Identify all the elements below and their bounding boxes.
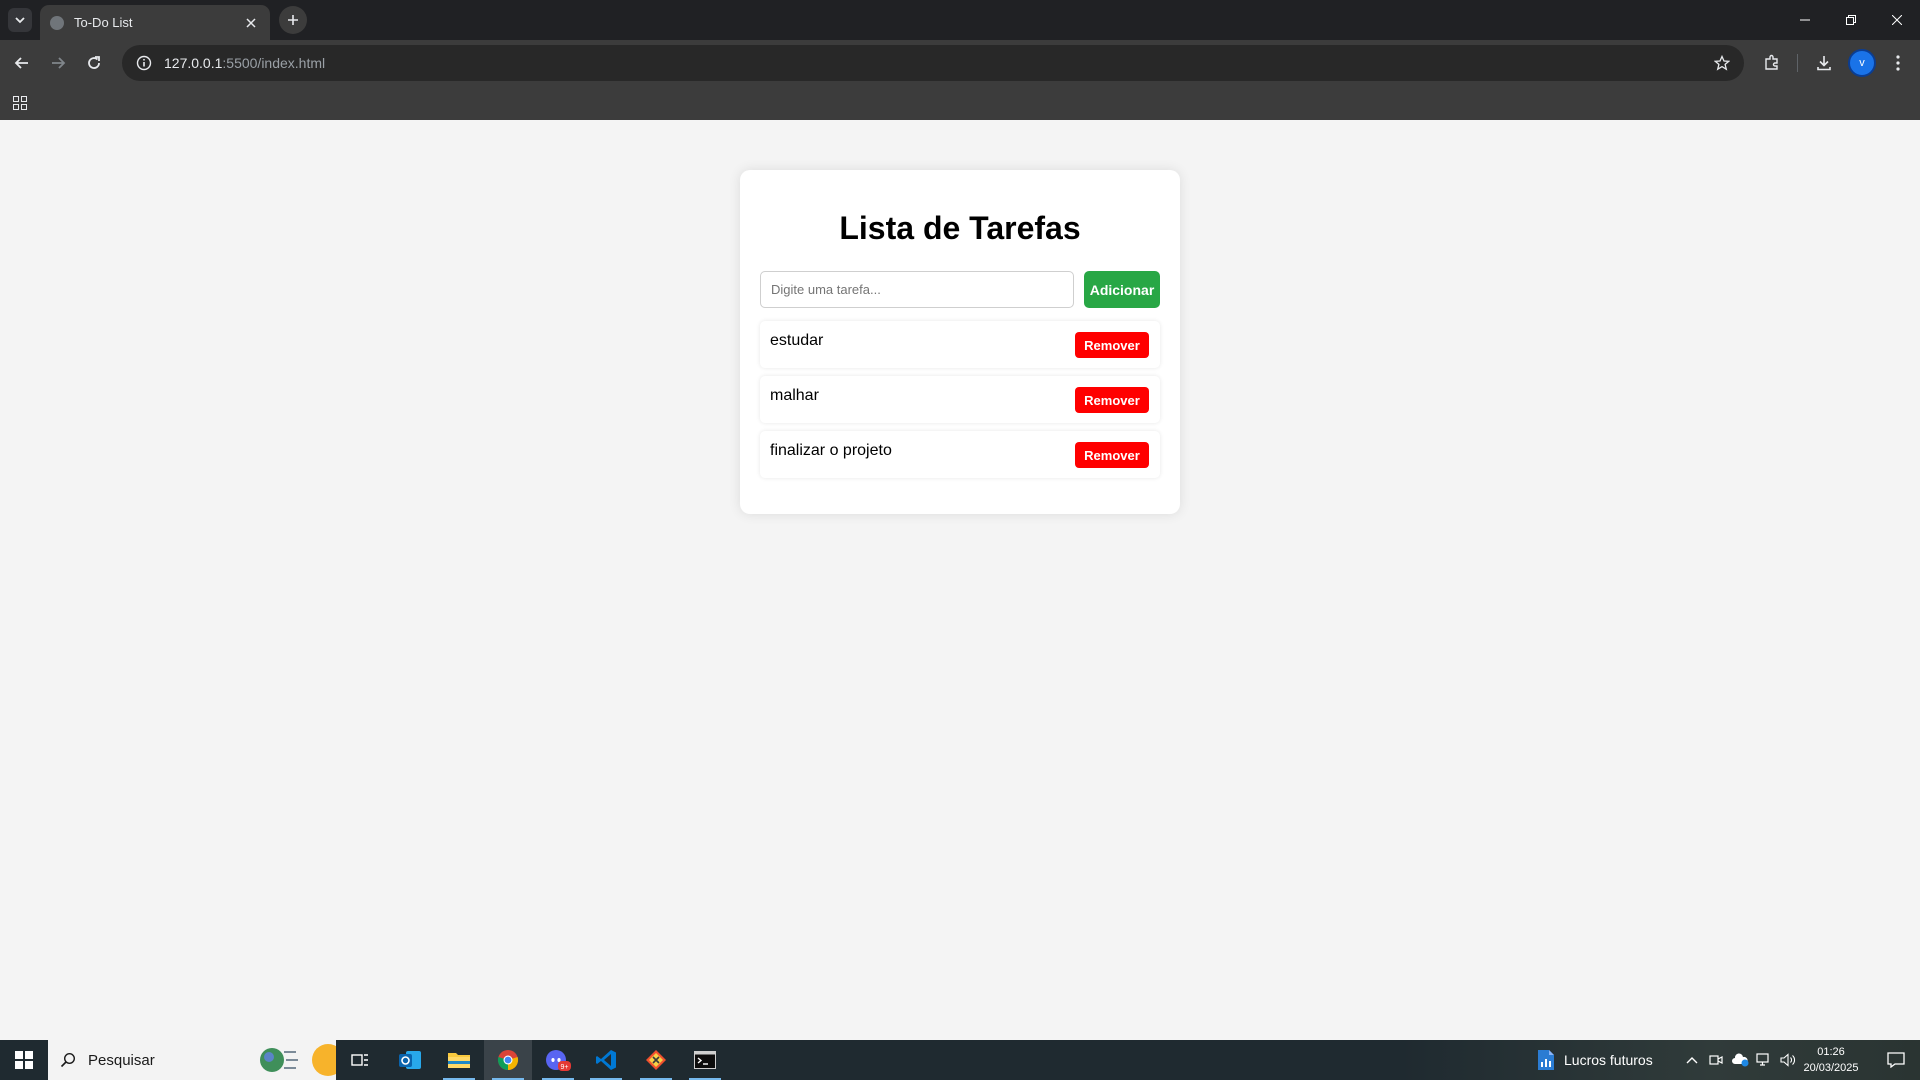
reload-icon [88,56,100,69]
task-item: estudar Remover [760,321,1160,368]
vscode-icon [596,1050,616,1070]
back-button[interactable] [8,49,36,77]
puzzle-icon [1765,54,1778,70]
remove-task-button[interactable]: Remover [1075,387,1149,413]
notification-badge: 9+ [561,1064,569,1071]
reload-button[interactable] [80,49,108,77]
search-icon [60,1052,76,1068]
page-viewport: Lista de Tarefas Adicionar estudar Remov… [0,120,1920,1040]
folder-icon [448,1053,470,1068]
download-icon [1817,56,1831,71]
chevron-up-icon [1686,1057,1698,1064]
chevron-down-icon [15,17,25,24]
restore-icon [1846,15,1856,25]
widgets-button[interactable]: Lucros futuros [1536,1040,1653,1080]
plus-icon [288,15,298,25]
discord-taskbar-button[interactable]: 9+ [534,1040,582,1080]
taskbar: Pesquisar 9+ Lucros futuros 01:26 20/03/… [0,1040,1920,1080]
system-tray [1680,1040,1800,1080]
forward-button[interactable] [44,49,72,77]
outlook-taskbar-button[interactable] [386,1040,434,1080]
task-input[interactable] [760,271,1074,308]
arrow-left-icon [14,57,28,69]
tab-title: To-Do List [74,15,133,30]
chrome-taskbar-button[interactable] [484,1040,532,1080]
address-bar[interactable]: 127.0.0.1:5500/index.html [122,45,1744,81]
url-text: 127.0.0.1:5500/index.html [164,55,326,71]
search-highlight-image [260,1044,336,1076]
onedrive-button[interactable] [1728,1040,1752,1080]
minimize-button[interactable] [1782,0,1828,40]
speaker-icon [1780,1053,1795,1067]
tab-search-button[interactable] [8,8,32,32]
extensions-button[interactable] [1758,49,1786,77]
todo-container: Lista de Tarefas Adicionar estudar Remov… [740,170,1180,514]
widgets-label: Lucros futuros [1564,1052,1653,1068]
search-label: Pesquisar [88,1051,155,1069]
task-item: finalizar o projeto Remover [760,431,1160,478]
network-button[interactable] [1752,1040,1776,1080]
file-explorer-taskbar-button[interactable] [435,1040,483,1080]
new-tab-button[interactable] [279,6,307,34]
remove-task-button[interactable]: Remover [1075,442,1149,468]
apps-button[interactable] [8,91,32,115]
close-window-button[interactable] [1874,0,1920,40]
close-icon [1892,15,1902,25]
globe-icon [50,15,64,30]
start-button[interactable] [0,1040,48,1080]
git-taskbar-button[interactable] [632,1040,680,1080]
task-text: finalizar o projeto [770,442,892,459]
chrome-icon [497,1050,519,1071]
tab-close-button[interactable] [242,14,260,32]
taskbar-search[interactable]: Pesquisar [48,1040,336,1080]
toolbar-divider [1797,54,1798,72]
git-gui-icon [646,1050,666,1070]
task-text: malhar [770,387,819,404]
window-controls [1782,0,1920,40]
clock-date: 20/03/2025 [1803,1062,1859,1074]
browser-menu-button[interactable] [1884,49,1912,77]
page-title: Lista de Tarefas [839,210,1081,246]
site-info-icon[interactable] [134,53,154,73]
windows-logo-icon [15,1051,33,1069]
more-vertical-icon [1896,55,1900,71]
discord-icon: 9+ [546,1050,571,1071]
apps-grid-icon [13,96,27,110]
outlook-icon [399,1051,421,1069]
arrow-right-icon [52,57,66,69]
restore-button[interactable] [1828,0,1874,40]
tab-strip: To-Do List [0,0,1920,40]
system-clock[interactable]: 01:26 20/03/2025 [1796,1044,1866,1076]
task-item: malhar Remover [760,376,1160,423]
browser-toolbar: 127.0.0.1:5500/index.html v [0,40,1920,86]
network-icon [1756,1053,1769,1066]
bookmark-star-button[interactable] [1712,53,1732,73]
document-chart-icon [1538,1050,1554,1070]
profile-avatar[interactable]: v [1848,49,1876,77]
task-view-button[interactable] [336,1040,384,1080]
notification-icon [1887,1052,1905,1068]
clock-time: 01:26 [1817,1046,1845,1058]
cloud-icon [1732,1053,1749,1067]
task-text: estudar [770,332,824,349]
vscode-taskbar-button[interactable] [582,1040,630,1080]
close-icon [246,17,256,28]
terminal-icon [694,1051,716,1069]
downloads-button[interactable] [1810,49,1838,77]
terminal-taskbar-button[interactable] [681,1040,729,1080]
star-icon [1714,55,1730,71]
remove-task-button[interactable]: Remover [1075,332,1149,358]
minimize-icon [1800,19,1810,21]
task-view-icon [351,1054,368,1066]
bookmarks-bar [0,86,1920,120]
meet-now-button[interactable] [1704,1040,1728,1080]
task-list: estudar Remover malhar Remover finalizar… [760,321,1160,486]
show-hidden-icons-button[interactable] [1680,1040,1704,1080]
browser-tab[interactable]: To-Do List [40,5,270,40]
add-task-button[interactable]: Adicionar [1084,271,1160,308]
notification-center-button[interactable] [1872,1040,1920,1080]
camera-icon [1709,1055,1723,1065]
